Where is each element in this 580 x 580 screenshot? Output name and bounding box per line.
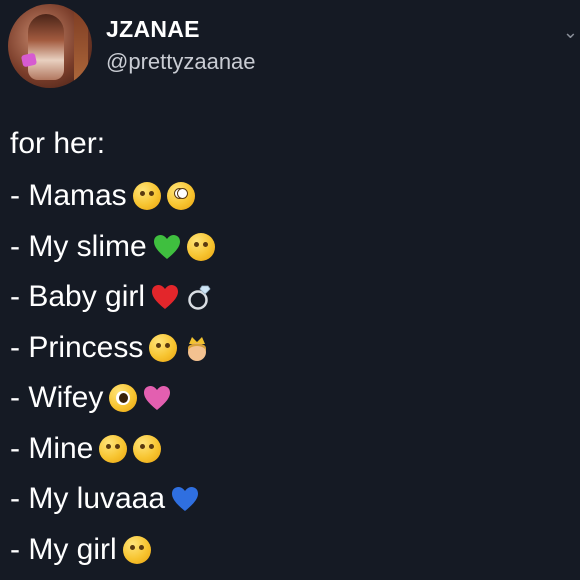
list-item-text: - Baby girl: [10, 280, 146, 314]
green-heart-icon: [153, 234, 181, 260]
face-with-rolling-eyes-icon: [166, 182, 195, 211]
blue-heart-icon: [171, 486, 199, 512]
list-item-text: - Mine: [10, 431, 94, 465]
tweet-card: JZANAE @prettyzaanae ⌄ for her: - Mamas …: [0, 0, 580, 580]
list-item-text: - My girl: [10, 532, 117, 566]
smiling-face-with-hearts-icon: [132, 182, 161, 211]
face-blowing-kiss-icon: [149, 333, 178, 362]
face-savoring-food-icon: [122, 535, 151, 564]
avatar[interactable]: [8, 4, 92, 88]
list-item: - My slime: [10, 222, 570, 273]
display-name[interactable]: JZANAE: [106, 15, 256, 43]
list-item-text: - Princess: [10, 330, 144, 364]
chevron-down-icon[interactable]: ⌄: [563, 22, 578, 43]
user-handle[interactable]: @prettyzaanae: [106, 47, 256, 77]
list-item-text: - My luvaaa: [10, 482, 166, 516]
ring-icon: [185, 283, 213, 311]
avatar-photo-figure: [28, 14, 64, 80]
user-names: JZANAE @prettyzaanae: [106, 15, 256, 77]
list-item: - Mine: [10, 424, 570, 475]
smirking-face-icon: [133, 434, 162, 463]
drooling-face-icon: [186, 232, 215, 261]
avatar-photo-edge: [74, 4, 88, 88]
list-item-text: - Mamas: [10, 179, 127, 213]
list-item: - Princess: [10, 323, 570, 374]
list-item: - Baby girl: [10, 272, 570, 323]
red-heart-icon: [151, 284, 179, 310]
list-item-text: - Wifey: [10, 381, 104, 415]
list-item-text: - My slime: [10, 229, 147, 263]
list-item: - Wifey: [10, 373, 570, 424]
star-struck-icon: [99, 434, 128, 463]
list-item: - Mamas: [10, 171, 570, 222]
pink-heart-icon: [143, 385, 171, 411]
list-item: - My luvaaa: [10, 474, 570, 525]
tweet-header: JZANAE @prettyzaanae: [8, 4, 256, 88]
tweet-text: for her: - Mamas - My slime - Baby girl …: [10, 124, 570, 575]
tweet-intro: for her:: [10, 127, 106, 160]
list-item: - My girl: [10, 525, 570, 576]
pleading-face-icon: [109, 384, 138, 413]
princess-icon: [183, 334, 211, 362]
